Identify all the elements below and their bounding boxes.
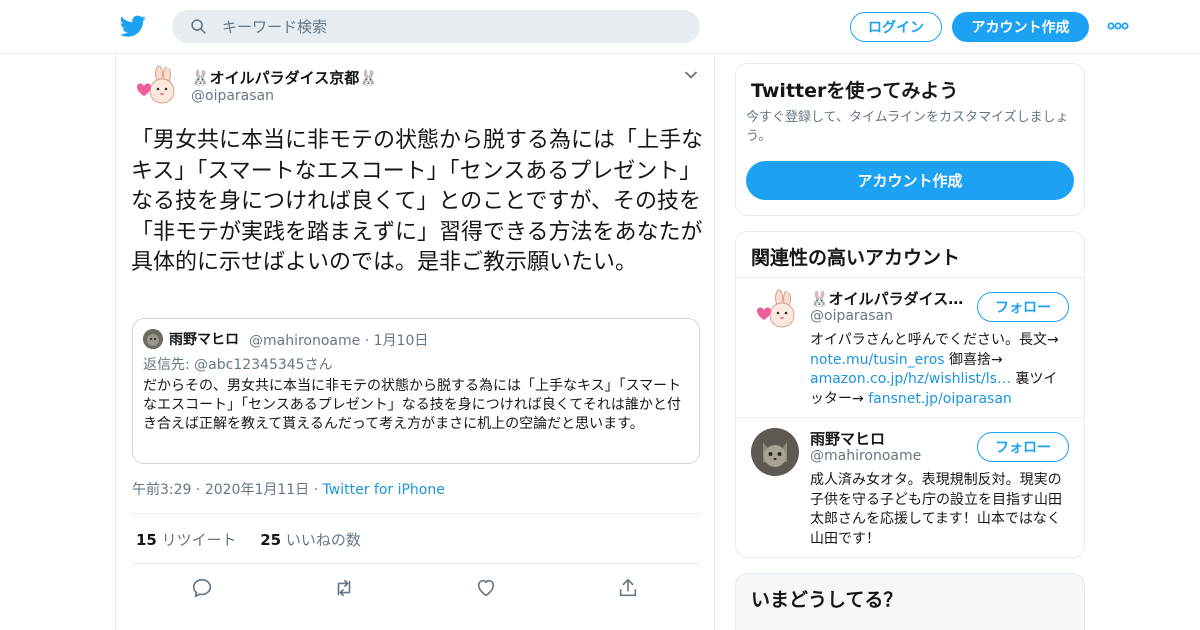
divider bbox=[132, 513, 700, 514]
tweet-text: 「男女共に本当に非モテの状態から脱する為には「上手なキス」「スマートなエスコート… bbox=[131, 128, 704, 275]
author-name[interactable]: 🐰オイルパラダイス京都🐰 bbox=[191, 67, 378, 88]
signup-card: Twitterを使ってみよう 今すぐ登録して、タイムラインをカスタマイズしましょ… bbox=[735, 63, 1085, 216]
account-name[interactable]: 雨野マヒロ bbox=[810, 428, 968, 449]
twitter-bird-icon[interactable] bbox=[120, 13, 146, 39]
quoted-meta: @mahironoame · 1月10日 bbox=[249, 333, 429, 349]
tweet-time[interactable]: 午前3:29 bbox=[132, 482, 191, 498]
trends-title: いまどうしてる？ bbox=[751, 589, 903, 611]
search-icon bbox=[191, 19, 206, 34]
quoted-avatar bbox=[143, 329, 163, 349]
quoted-author-handle: @mahironoame bbox=[249, 333, 361, 349]
follow-button[interactable]: フォロー bbox=[977, 432, 1069, 462]
quoted-tweet[interactable]: 雨野マヒロ @mahironoame · 1月10日 返信先: @abc1234… bbox=[132, 318, 700, 464]
divider bbox=[736, 277, 1084, 278]
tweet-date[interactable]: 2020年1月11日 bbox=[205, 482, 309, 498]
signup-card-button[interactable]: アカウント作成 bbox=[746, 161, 1074, 200]
share-icon[interactable] bbox=[617, 577, 639, 599]
tweet-detail: 🐰オイルパラダイス京都🐰 @oiparasan 「男女共に本当に非モテの状態から… bbox=[115, 54, 715, 630]
like-stat[interactable]: 25 いいねの数 bbox=[260, 531, 361, 549]
reply-icon[interactable] bbox=[191, 577, 213, 599]
related-accounts-card: 関連性の高いアカウント 🐰オイルパラダイス… @oiparasan フォロー オ… bbox=[735, 231, 1085, 558]
account-handle[interactable]: @oiparasan bbox=[810, 308, 893, 324]
avatar[interactable] bbox=[751, 288, 799, 336]
bio-link[interactable]: amazon.co.jp/hz/wishlist/ls… bbox=[810, 371, 1011, 387]
search-input[interactable] bbox=[222, 10, 682, 43]
bio-link[interactable]: note.mu/tusin_eros bbox=[810, 352, 945, 368]
signup-card-title: Twitterを使ってみよう bbox=[751, 80, 959, 102]
related-accounts-title: 関連性の高いアカウント bbox=[751, 247, 961, 269]
tweet-stats: 15 リツイート 25 いいねの数 bbox=[136, 529, 361, 550]
cat-avatar-icon bbox=[751, 428, 799, 476]
like-heart-icon[interactable] bbox=[475, 577, 497, 599]
tweet-source-link[interactable]: Twitter for iPhone bbox=[323, 482, 445, 498]
account-name[interactable]: 🐰オイルパラダイス… bbox=[810, 288, 968, 309]
quoted-author-name: 雨野マヒロ bbox=[169, 332, 239, 348]
account-bio: オイパラさんと呼んでください。長文→ note.mu/tusin_eros 御喜… bbox=[810, 332, 1059, 407]
account-handle[interactable]: @mahironoame bbox=[810, 448, 921, 464]
divider bbox=[132, 563, 700, 564]
search-bar[interactable] bbox=[172, 10, 700, 43]
bunny-avatar-icon bbox=[751, 288, 799, 336]
quoted-text: だからその、男女共に本当に非モテの状態から脱する為には「上手なキス」「スマートな… bbox=[143, 378, 682, 432]
signup-button[interactable]: アカウント作成 bbox=[952, 12, 1089, 42]
chevron-down-icon[interactable] bbox=[684, 70, 698, 80]
avatar[interactable] bbox=[131, 64, 179, 112]
signup-card-subtitle: 今すぐ登録して、タイムラインをカスタマイズしましょう。 bbox=[746, 110, 1069, 144]
follow-button[interactable]: フォロー bbox=[977, 292, 1069, 322]
login-button[interactable]: ログイン bbox=[850, 12, 942, 42]
author-handle[interactable]: @oiparasan bbox=[191, 88, 274, 104]
top-navigation-bar: ログイン アカウント作成 bbox=[0, 0, 1200, 54]
avatar[interactable] bbox=[751, 428, 799, 476]
trends-card: いまどうしてる？ bbox=[735, 573, 1085, 630]
quoted-date: 1月10日 bbox=[373, 333, 429, 349]
tweet-meta: 午前3:29 · 2020年1月11日 · Twitter for iPhone bbox=[132, 482, 445, 498]
bio-link[interactable]: fansnet.jp/oiparasan bbox=[868, 391, 1012, 407]
quoted-reply-to: 返信先: @abc12345345さん bbox=[143, 357, 333, 373]
divider bbox=[736, 417, 1084, 418]
cat-avatar-icon bbox=[143, 329, 163, 349]
retweet-stat[interactable]: 15 リツイート bbox=[136, 531, 237, 549]
retweet-icon[interactable] bbox=[333, 577, 355, 599]
account-bio: 成人済み女オタ。表現規制反対。現実の子供を守る子ども庁の設立を目指す山田太郎さん… bbox=[810, 472, 1062, 547]
bunny-avatar-icon bbox=[131, 64, 179, 112]
more-dots-icon[interactable] bbox=[1107, 22, 1129, 30]
